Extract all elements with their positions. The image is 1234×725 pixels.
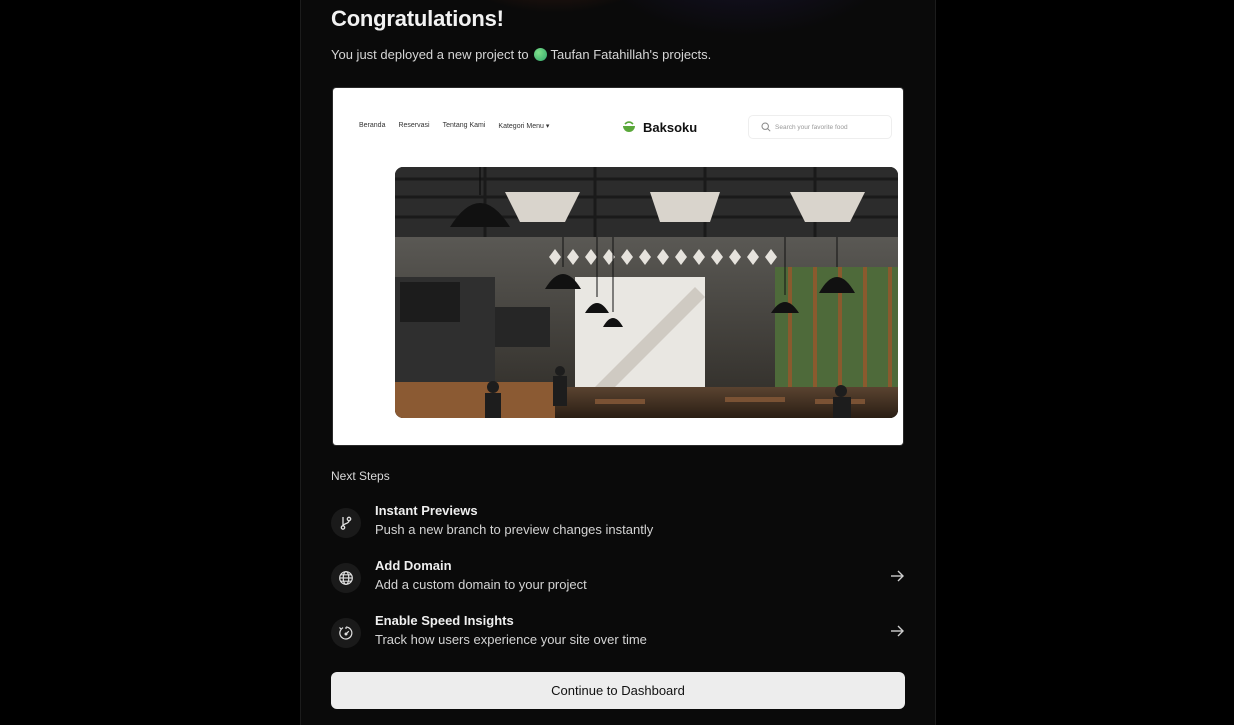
site-logo: Baksoku [621,119,697,135]
git-branch-icon [340,516,352,530]
subtitle-text: You just deployed a new project to [331,47,529,62]
site-nav: Beranda Reservasi Tentang Kami Kategori … [359,122,549,130]
site-nav-item: Reservasi [398,122,430,129]
step-description: Push a new branch to preview changes ins… [375,522,654,537]
site-search-box: Search your favorite food [749,116,891,138]
team-name[interactable]: Taufan Fatahillah's projects. [551,47,712,62]
step-icon-container [331,563,361,593]
team-avatar-icon [533,48,547,61]
site-search-placeholder: Search your favorite food [775,123,848,131]
next-steps-heading: Next Steps [331,469,390,483]
site-nav-item: Beranda [359,122,386,129]
continue-to-dashboard-button[interactable]: Continue to Dashboard [331,672,905,709]
step-add-domain[interactable]: Add Domain Add a custom domain to your p… [331,558,905,598]
page-title: Congratulations! [331,6,504,31]
deployment-success-panel: Congratulations! You just deployed a new… [300,0,936,725]
step-title: Enable Speed Insights [375,613,514,628]
step-icon-container [331,618,361,648]
bowl-logo-icon [623,121,635,132]
arrow-right-icon[interactable] [889,568,905,584]
step-description: Add a custom domain to your project [375,577,587,592]
deployment-preview[interactable]: Beranda Reservasi Tentang Kami Kategori … [333,88,903,445]
deploy-subtitle: You just deployed a new project to Taufa… [331,47,711,62]
site-logo-text: Baksoku [643,119,698,135]
search-icon [761,122,771,132]
cafe-interior-photo [395,167,898,418]
arrow-right-icon[interactable] [889,623,905,639]
speed-gauge-icon [339,626,353,640]
step-title: Instant Previews [375,503,478,518]
site-nav-item: Tentang Kami [442,122,486,129]
globe-icon [339,571,353,585]
hero-image-illustration [395,167,898,418]
step-icon-container [331,508,361,538]
step-title: Add Domain [375,558,452,573]
site-nav-item: Kategori Menu ▾ [498,123,550,130]
step-description: Track how users experience your site ove… [375,632,647,647]
step-enable-speed-insights[interactable]: Enable Speed Insights Track how users ex… [331,613,905,653]
step-instant-previews[interactable]: Instant Previews Push a new branch to pr… [331,503,905,543]
